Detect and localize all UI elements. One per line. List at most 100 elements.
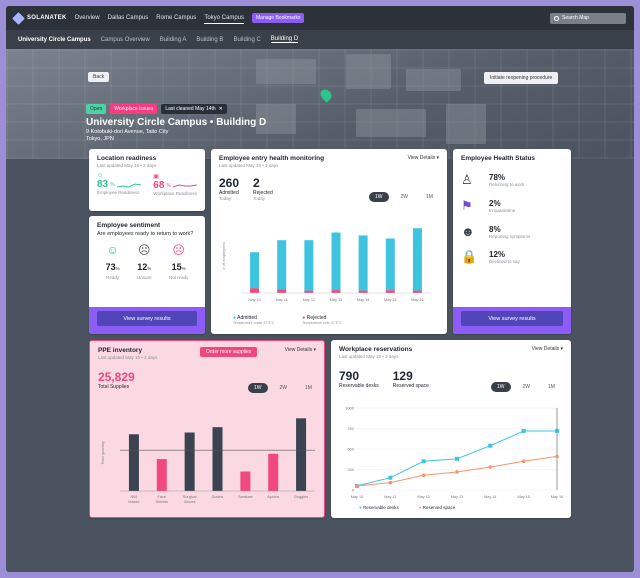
last-cleaned-text: Last cleaned May 14th <box>165 106 216 112</box>
admitted-bar <box>358 235 368 291</box>
tab-building-b[interactable]: Building B <box>196 37 223 43</box>
admitted-bar <box>385 238 395 291</box>
rejected-sub: Today <box>253 196 266 201</box>
address-line-2: Tokyo, JPN <box>86 136 114 142</box>
tab-campus-name[interactable]: University Circle Campus <box>18 37 91 43</box>
ppe-range-1w[interactable]: 1W <box>248 383 268 393</box>
admitted-sub: Today <box>219 196 232 201</box>
workplace-readiness: ▣ 68 % Workplace Readiness <box>153 173 197 196</box>
last-cleaned-badge: Last cleaned May 14th ✕ <box>161 104 227 114</box>
admitted-bar <box>304 240 314 291</box>
rejected-stat: 2 Rejected Today <box>253 176 273 201</box>
y-tick-label: 0 <box>352 488 355 493</box>
nav-link-rome[interactable]: Rome Campus <box>156 13 196 23</box>
nav-link-overview[interactable]: Overview <box>75 13 100 23</box>
ppe-range-1m[interactable]: 1M <box>299 383 318 393</box>
ppe-bar <box>268 453 279 491</box>
sentiment-not-ready: ☹ 15% Not ready <box>169 243 189 280</box>
order-supplies-button[interactable]: Order more supplies <box>200 347 258 357</box>
unsure-label: Unsure <box>137 275 152 280</box>
data-point <box>521 428 526 433</box>
admitted-bar <box>250 252 260 289</box>
ppe-bar <box>296 418 307 491</box>
entry-bar-chart: # of employees May 10 May 11 May 12 May 13 Ma… <box>221 228 431 302</box>
x-tick-label: Gloves <box>184 500 196 504</box>
nav-link-dallas[interactable]: Dallas Campus <box>108 13 149 23</box>
entry-range-2w[interactable]: 2W <box>395 192 415 202</box>
manage-bookmarks-button[interactable]: Manage Bookmarks <box>252 13 305 23</box>
entry-legend: ● Admitted Temperature under 37.5°C ● Rej… <box>233 315 341 325</box>
health-title: Employee Health Status <box>461 155 536 162</box>
rejected-bar <box>304 290 314 293</box>
reopen-button[interactable]: Initiate reopening procedure <box>484 72 559 84</box>
tab-building-d[interactable]: Building D <box>270 36 299 43</box>
data-point <box>555 428 559 433</box>
search-map-input[interactable]: Search Map <box>550 12 626 24</box>
entry-view-details[interactable]: View Details ▾ <box>408 155 439 161</box>
health-value: 8% <box>489 224 501 234</box>
entry-updated: Last updated May 15 • 2 days <box>219 163 279 168</box>
admitted-bar <box>331 232 341 291</box>
workplace-readiness-unit: % <box>166 182 171 189</box>
sentiment-unsure: ☹ 12% Unsure <box>137 243 152 280</box>
tab-campus-overview[interactable]: Campus Overview <box>101 37 150 43</box>
back-button[interactable]: Back <box>88 72 110 82</box>
data-point <box>455 470 459 474</box>
reservations-card: Workplace reservations Last updated May … <box>331 340 571 518</box>
data-point <box>455 456 459 461</box>
quarantine-icon: ⚑ <box>461 198 473 213</box>
ready-value: 73 <box>105 262 116 272</box>
brand-logo[interactable]: SOLANATEK <box>12 11 67 25</box>
reservations-range-2w[interactable]: 2W <box>517 382 537 392</box>
x-tick-label: Face <box>158 495 166 499</box>
top-nav: SOLANATEK Overview Dallas Campus Rome Ca… <box>6 6 634 30</box>
workplace-issues-badge[interactable]: Workplace issues <box>110 104 158 114</box>
legend-reserved: ● Reserved space <box>419 505 456 510</box>
health-status-card: Employee Health Status ♙ 78% Returning to… <box>453 149 571 334</box>
worker-icon: ♙ <box>461 172 473 187</box>
ppe-range-2w[interactable]: 2W <box>274 383 294 393</box>
workplace-readiness-label: Workplace Readiness <box>153 191 197 196</box>
x-tick-label: Goggles <box>294 495 308 499</box>
legend-rejected: ● Rejected Temperature over 37.5°C <box>302 315 341 325</box>
admitted-bar <box>412 228 422 291</box>
data-point <box>388 480 393 485</box>
brand-name: SOLANATEK <box>27 15 67 21</box>
reserved-dot-icon: ● <box>418 505 422 510</box>
entry-range-1w[interactable]: 1W <box>369 192 389 202</box>
tab-building-c[interactable]: Building C <box>233 37 260 43</box>
reservations-view-details[interactable]: View Details ▾ <box>532 346 563 352</box>
legend-reservable-label: Reservable desks <box>362 505 399 510</box>
space-value: 129 <box>392 369 413 383</box>
data-point <box>488 465 493 469</box>
x-tick-label: Shields <box>156 500 169 504</box>
reservations-range-1m[interactable]: 1M <box>542 382 561 392</box>
reservable-dot-icon: ● <box>359 505 362 510</box>
desks-value: 790 <box>339 369 360 383</box>
entry-range-1m[interactable]: 1M <box>420 192 439 202</box>
health-survey-button[interactable]: View survey results <box>461 311 563 326</box>
ppe-view-details[interactable]: View Details ▾ <box>285 347 316 353</box>
nav-link-tokyo[interactable]: Tokyo Campus <box>204 13 244 24</box>
ppe-bar-chart: Total quantity N95Masks FaceShields Surgica… <box>100 418 315 504</box>
rejected-bar <box>358 290 368 293</box>
legend-rejected-sub: Temperature over 37.5°C <box>302 321 342 325</box>
entry-title: Employee entry health monitoring <box>219 155 325 162</box>
admitted-bar <box>277 240 287 290</box>
entry-y-label: # of employees <box>221 242 226 269</box>
tab-building-a[interactable]: Building A <box>160 37 187 43</box>
employee-readiness-unit: % <box>110 181 115 188</box>
close-icon[interactable]: ✕ <box>219 106 223 112</box>
rejected-bar <box>331 290 341 293</box>
legend-admitted: ● Admitted Temperature under 37.5°C <box>233 315 274 325</box>
ready-label: Ready <box>106 275 120 280</box>
sentiment-survey-button[interactable]: View survey results <box>97 311 197 326</box>
happy-face-icon: ☺ <box>106 243 119 257</box>
map-pin-icon[interactable] <box>318 87 334 103</box>
campus-map-hero: Back Initiate reopening procedure Open W… <box>6 49 634 159</box>
reservations-range-1w[interactable]: 1W <box>491 382 511 392</box>
readiness-title: Location readiness <box>97 155 157 162</box>
y-tick-label: 750 <box>347 426 354 431</box>
reservations-view-details-label: View Details <box>531 346 560 352</box>
ppe-bar <box>184 432 195 491</box>
